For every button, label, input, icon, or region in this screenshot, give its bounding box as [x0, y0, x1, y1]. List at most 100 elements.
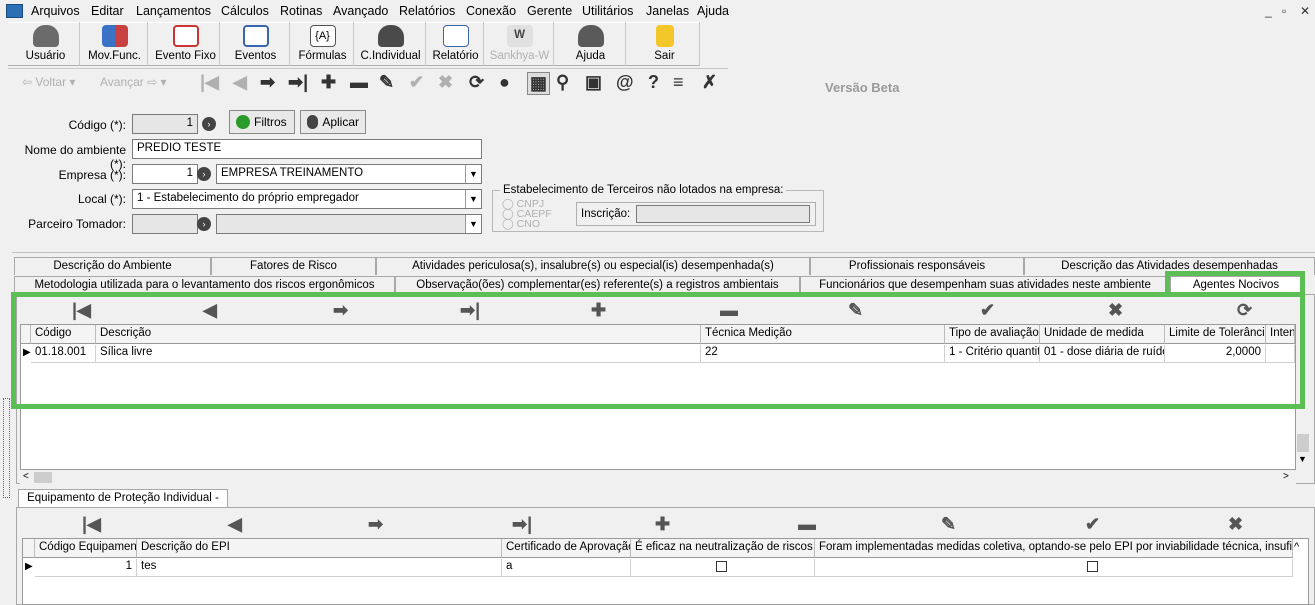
epi-confirm-icon[interactable]: ✔ [1085, 514, 1100, 535]
menu-conexao[interactable]: Conexão [466, 4, 516, 18]
search-circle-icon[interactable]: ● [499, 72, 510, 93]
parceiro-select[interactable]: ▼ [216, 214, 482, 234]
relatorio-button[interactable]: Relatório [428, 22, 484, 66]
epi-first-icon[interactable]: |◀ [82, 514, 101, 535]
col-codigo-equipamento[interactable]: Código Equipamento [35, 539, 137, 558]
epi-add-icon[interactable]: ✚ [655, 514, 670, 535]
close-icon[interactable]: ✕ [1300, 4, 1310, 18]
chevron-down-icon[interactable]: ▼ [465, 165, 481, 183]
menu-calculos[interactable]: Cálculos [221, 4, 269, 18]
mov-func-button[interactable]: Mov.Func. [82, 22, 148, 66]
prev-record-icon[interactable]: ◀ [233, 72, 247, 93]
codigo-input[interactable]: 1 [132, 114, 198, 134]
next-record-icon[interactable]: ➡ [260, 72, 275, 93]
sankhya-w-button[interactable]: W Sankhya-W [486, 22, 554, 66]
medidas-checkbox[interactable] [1087, 561, 1098, 572]
menu-lancamentos[interactable]: Lançamentos [136, 4, 211, 18]
empresa-select[interactable]: EMPRESA TREINAMENTO ▼ [216, 164, 482, 184]
table-row[interactable]: 1 [35, 559, 137, 576]
empresa-code-input[interactable]: 1 [132, 164, 198, 184]
menu-utilitarios[interactable]: Utilitários [582, 4, 633, 18]
vertical-scroll-thumb[interactable] [1297, 434, 1309, 452]
current-row-icon: ▶ [25, 561, 33, 572]
radio-cno[interactable]: ◯ CNO [502, 218, 540, 230]
scroll-down-icon[interactable]: ▼ [1298, 454, 1307, 464]
parceiro-lookup-icon[interactable]: › [197, 217, 211, 231]
question-icon[interactable]: ? [648, 72, 659, 93]
col-medidas-coletivas[interactable]: Foram implementadas medidas coletiva, op… [815, 539, 1293, 558]
table-row[interactable]: tes [137, 559, 502, 576]
formulas-button[interactable]: {A} Fórmulas [292, 22, 354, 66]
epi-remove-icon[interactable]: ▬ [798, 514, 816, 535]
menu-gerente[interactable]: Gerente [527, 4, 572, 18]
back-button[interactable]: ⇦ Voltar ▾ [22, 75, 75, 89]
chevron-down-icon[interactable]: ▼ [465, 190, 481, 208]
cancel-icon[interactable]: ✖ [438, 72, 453, 93]
filter-icon[interactable]: ≡ [673, 72, 684, 93]
nome-label: Nome do ambiente (*): [24, 143, 126, 171]
table-row[interactable]: a [502, 559, 631, 576]
horizontal-scrollbar[interactable] [20, 470, 1296, 484]
horizontal-scroll-thumb[interactable] [34, 472, 52, 483]
chevron-down-icon[interactable]: ▼ [465, 215, 481, 233]
tab-descricao-ambiente[interactable]: Descrição do Ambiente [14, 257, 211, 275]
scroll-left-icon[interactable]: < [23, 471, 29, 482]
menu-avancado[interactable]: Avançado [333, 4, 388, 18]
filtros-button[interactable]: Filtros [229, 110, 295, 134]
col-certificado[interactable]: Certificado de Aprovação [502, 539, 631, 558]
edit-icon[interactable]: ✎ [379, 72, 394, 93]
menu-ajuda[interactable]: Ajuda [697, 4, 729, 18]
menu-janelas[interactable]: Janelas [646, 4, 689, 18]
magnifier-icon[interactable]: ⚲ [556, 72, 569, 93]
tab-fatores-risco[interactable]: Fatores de Risco [211, 257, 376, 275]
print-icon[interactable]: ▣ [585, 72, 602, 93]
user-icon [32, 25, 59, 47]
divider [12, 252, 1315, 253]
forward-button[interactable]: Avançar ⇨ ▾ [100, 75, 167, 89]
epi-prev-icon[interactable]: ◀ [228, 514, 242, 535]
evento-fixo-button[interactable]: Evento Fixo [152, 22, 220, 66]
add-icon[interactable]: ✚ [321, 72, 336, 93]
email-icon[interactable]: @ [616, 72, 634, 93]
grid-icon[interactable]: ▦ [527, 72, 551, 95]
table-row[interactable] [815, 559, 1293, 576]
scroll-up-icon[interactable]: ^ [1294, 541, 1299, 553]
inscricao-input[interactable] [636, 205, 810, 223]
first-record-icon[interactable]: |◀ [200, 72, 219, 93]
epi-cancel-icon[interactable]: ✖ [1228, 514, 1243, 535]
empresa-lookup-icon[interactable]: › [197, 167, 211, 181]
menu-relatorios[interactable]: Relatórios [399, 4, 455, 18]
sair-button[interactable]: Sair [630, 22, 700, 66]
parceiro-code-input[interactable] [132, 214, 198, 234]
eficaz-checkbox[interactable] [716, 561, 727, 572]
menu-arquivos[interactable]: Arquivos [31, 4, 80, 18]
epi-next-icon[interactable]: ➡ [368, 514, 383, 535]
minimize-icon[interactable]: _ [1265, 4, 1272, 18]
nome-input[interactable]: PREDIO TESTE [132, 139, 482, 159]
remove-icon[interactable]: ▬ [350, 72, 368, 93]
tab-atividades-periculosas[interactable]: Atividades periculosa(s), insalubre(s) o… [376, 257, 810, 275]
last-record-icon[interactable]: ➡| [288, 72, 308, 93]
c-individual-button[interactable]: C.Individual [356, 22, 426, 66]
scroll-right-icon[interactable]: > [1283, 471, 1289, 482]
menu-rotinas[interactable]: Rotinas [280, 4, 322, 18]
col-descricao-epi[interactable]: Descrição do EPI [137, 539, 502, 558]
refresh-icon[interactable]: ⟳ [469, 72, 484, 93]
ajuda-button[interactable]: Ajuda [556, 22, 626, 66]
menu-editar[interactable]: Editar [91, 4, 124, 18]
usuario-button[interactable]: Usuário [12, 22, 80, 66]
sankhya-icon: W [506, 25, 533, 47]
aplicar-button[interactable]: Aplicar [300, 110, 366, 134]
export-excel-icon[interactable]: ✗ [702, 72, 717, 93]
col-eficaz[interactable]: É eficaz na neutralização de riscos ? [631, 539, 815, 558]
restore-icon[interactable]: ▫ [1282, 4, 1286, 18]
epi-edit-icon[interactable]: ✎ [941, 514, 956, 535]
epi-last-icon[interactable]: ➡| [512, 514, 532, 535]
lookup-icon[interactable]: › [202, 117, 216, 131]
eventos-button[interactable]: Eventos [222, 22, 290, 66]
confirm-icon[interactable]: ✔ [409, 72, 424, 93]
local-select[interactable]: 1 - Estabelecimento do próprio empregado… [132, 189, 482, 209]
tab-epi[interactable]: Equipamento de Proteção Individual - EPI [18, 489, 228, 521]
tab-profissionais[interactable]: Profissionais responsáveis [810, 257, 1024, 275]
splitter-handle[interactable] [3, 398, 10, 498]
